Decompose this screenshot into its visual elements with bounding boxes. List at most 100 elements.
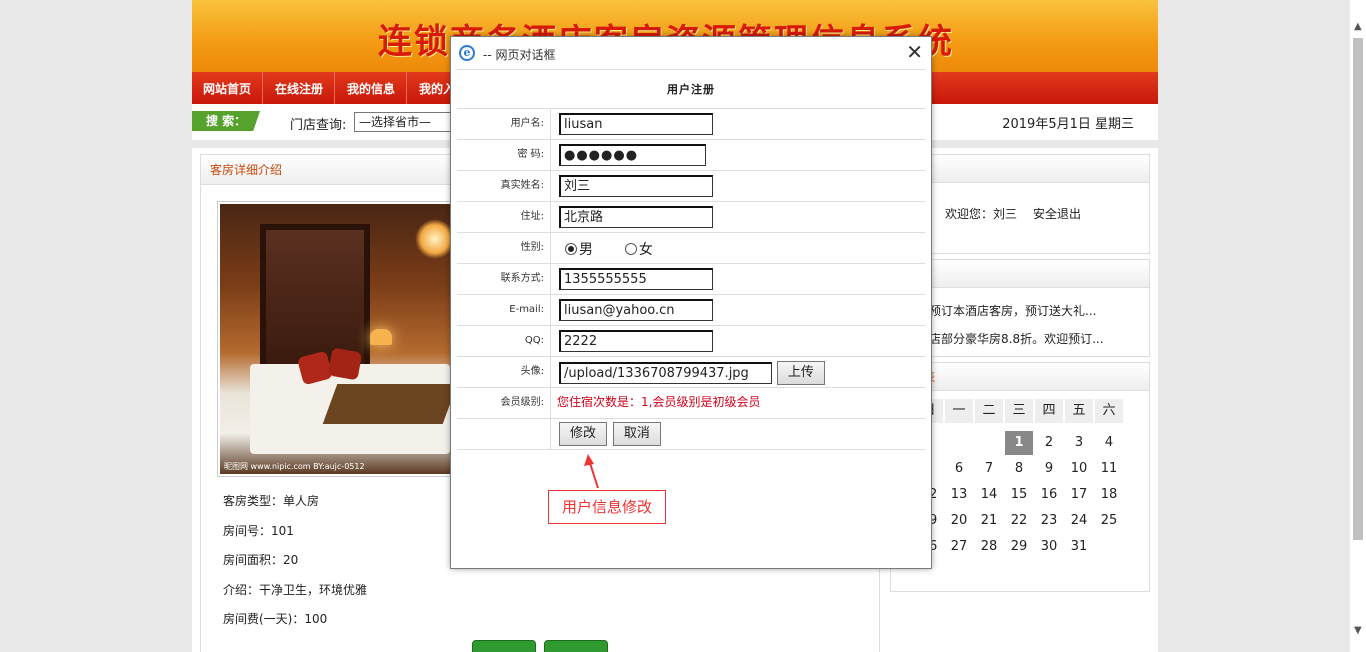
room-type: 客房类型：单人房 [223, 494, 320, 508]
room-area: 房间面积：20 [223, 553, 299, 567]
password-row: 密 码: ●●●●●● [457, 140, 925, 171]
calendar-day[interactable]: 18 [1095, 483, 1123, 507]
calendar-day[interactable]: 27 [945, 535, 973, 559]
ie-icon: e [459, 45, 475, 61]
calendar-day[interactable]: 29 [1005, 535, 1033, 559]
calendar-day[interactable]: 25 [1095, 509, 1123, 533]
calendar-day[interactable]: 16 [1035, 483, 1063, 507]
dialog-title: -- 网页对话框 [483, 48, 556, 62]
calendar-day[interactable]: 11 [1095, 457, 1123, 481]
logout-link[interactable]: 安全退出 [1033, 205, 1081, 222]
bed-runner-shape [322, 384, 458, 424]
phone-label: 联系方式: [457, 264, 551, 294]
store-query-label: 门店查询: [290, 118, 347, 133]
username-label: 用户名: [457, 109, 551, 139]
address-label: 住址: [457, 202, 551, 232]
calendar-day[interactable]: 8 [1005, 457, 1033, 481]
calendar-day[interactable]: 28 [975, 535, 1003, 559]
cancel-button[interactable]: 取消 [612, 422, 661, 446]
nav-home[interactable]: 网站首页 [192, 72, 264, 104]
username-row: 用户名: liusan [457, 109, 925, 140]
room-photo: 昵图网 www.nipic.com BY:aujc-0512 [217, 201, 465, 477]
realname-field[interactable]: 刘三 [559, 175, 713, 197]
calendar-weekday: 一 [945, 399, 973, 423]
callout-arrow-icon [584, 454, 599, 489]
address-row: 住址: 北京路 [457, 202, 925, 233]
page-scrollbar[interactable]: ▲ ▼ [1349, 0, 1366, 652]
room-fee: 房间费(一天)：100 [223, 612, 328, 626]
calendar-day[interactable]: 22 [1005, 509, 1033, 533]
qq-field[interactable]: 2222 [559, 330, 713, 352]
nav-my-info[interactable]: 我的信息 [336, 72, 408, 104]
register-form: 用户注册 用户名: liusan 密 码: ●●●●●● 真实姓名: 刘三 住址… [457, 69, 925, 450]
gender-male-label: 男 [579, 242, 593, 258]
calendar-weekday: 六 [1095, 399, 1123, 423]
member-level-row: 会员级别: 您住宿次数是：1,会员级别是初级会员 [457, 388, 925, 419]
search-tag: 搜 索： [192, 111, 260, 131]
book-button[interactable] [472, 640, 536, 652]
gender-female-label: 女 [638, 242, 653, 258]
annotation-callout: 用户信息修改 [548, 490, 666, 524]
calendar-day[interactable]: 9 [1035, 457, 1063, 481]
calendar-day[interactable]: 24 [1065, 509, 1093, 533]
avatar-row: 头像: /upload/1336708799437.jpg 上传 [457, 357, 925, 388]
welcome-text: 欢迎您：刘三 [945, 207, 1018, 221]
actions-label-cell [457, 419, 551, 449]
scroll-thumb[interactable] [1353, 38, 1363, 540]
phone-row: 联系方式: 1355555555 [457, 264, 925, 295]
calendar-day[interactable]: 6 [945, 457, 973, 481]
province-select[interactable]: —选择省市— [354, 112, 454, 132]
close-icon[interactable]: ✕ [906, 41, 923, 63]
gender-female-radio[interactable] [624, 243, 637, 255]
calendar-day[interactable]: 7 [975, 457, 1003, 481]
password-label: 密 码: [457, 140, 551, 170]
pillow-shape [327, 347, 363, 381]
room-intro: 介绍：干净卫生，环境优雅 [223, 583, 368, 597]
calendar-day[interactable]: 31 [1065, 535, 1093, 559]
room-number: 房间号：101 [223, 524, 294, 538]
form-title: 用户注册 [457, 69, 925, 109]
address-field[interactable]: 北京路 [559, 206, 713, 228]
scroll-up-icon[interactable]: ▲ [1354, 22, 1364, 32]
email-row: E-mail: liusan@yahoo.cn [457, 295, 925, 326]
current-date: 2019年5月1日 星期三 [1002, 117, 1134, 132]
avatar-path-field[interactable]: /upload/1336708799437.jpg [559, 362, 772, 384]
notice-item[interactable]: 店部分豪华房8.8折。欢迎预订... [929, 330, 1104, 347]
lamp-shape [370, 329, 392, 345]
email-field[interactable]: liusan@yahoo.cn [559, 299, 713, 321]
modify-button[interactable]: 修改 [559, 422, 608, 446]
room-photo-image: 昵图网 www.nipic.com BY:aujc-0512 [220, 204, 462, 474]
calendar-day[interactable]: 21 [975, 509, 1003, 533]
calendar-day[interactable]: 10 [1065, 457, 1093, 481]
calendar-day[interactable]: 2 [1035, 431, 1063, 455]
realname-row: 真实姓名: 刘三 [457, 171, 925, 202]
member-level-label: 会员级别: [457, 388, 551, 418]
back-button[interactable] [544, 640, 608, 652]
upload-button[interactable]: 上传 [776, 361, 825, 385]
web-dialog: e -- 网页对话框 ✕ 用户注册 用户名: liusan 密 码: ●●●●●… [450, 36, 932, 569]
calendar-weekday: 二 [975, 399, 1003, 423]
gender-row: 性别: 男 女 [457, 233, 925, 264]
dialog-titlebar: e -- 网页对话框 ✕ [451, 37, 931, 69]
nav-register[interactable]: 在线注册 [264, 72, 336, 104]
calendar-weekday: 五 [1065, 399, 1093, 423]
calendar-day[interactable]: 30 [1035, 535, 1063, 559]
calendar-day[interactable]: 17 [1065, 483, 1093, 507]
photo-watermark: 昵图网 www.nipic.com BY:aujc-0512 [224, 462, 365, 471]
phone-field[interactable]: 1355555555 [559, 268, 713, 290]
gender-male-radio[interactable] [565, 243, 577, 255]
scroll-down-icon[interactable]: ▼ [1354, 626, 1364, 636]
avatar-label: 头像: [457, 357, 551, 387]
calendar-day[interactable]: 3 [1065, 431, 1093, 455]
calendar-day[interactable]: 1 [1005, 431, 1033, 455]
calendar-day[interactable]: 14 [975, 483, 1003, 507]
calendar-day[interactable]: 4 [1095, 431, 1123, 455]
calendar-day[interactable]: 20 [945, 509, 973, 533]
password-field[interactable]: ●●●●●● [559, 144, 706, 166]
notice-item[interactable]: 预订本酒店客房，预订送大礼... [929, 302, 1096, 319]
calendar-day[interactable]: 13 [945, 483, 973, 507]
calendar-day[interactable]: 15 [1005, 483, 1033, 507]
calendar-day[interactable]: 23 [1035, 509, 1063, 533]
realname-label: 真实姓名: [457, 171, 551, 201]
username-field[interactable]: liusan [559, 113, 713, 135]
